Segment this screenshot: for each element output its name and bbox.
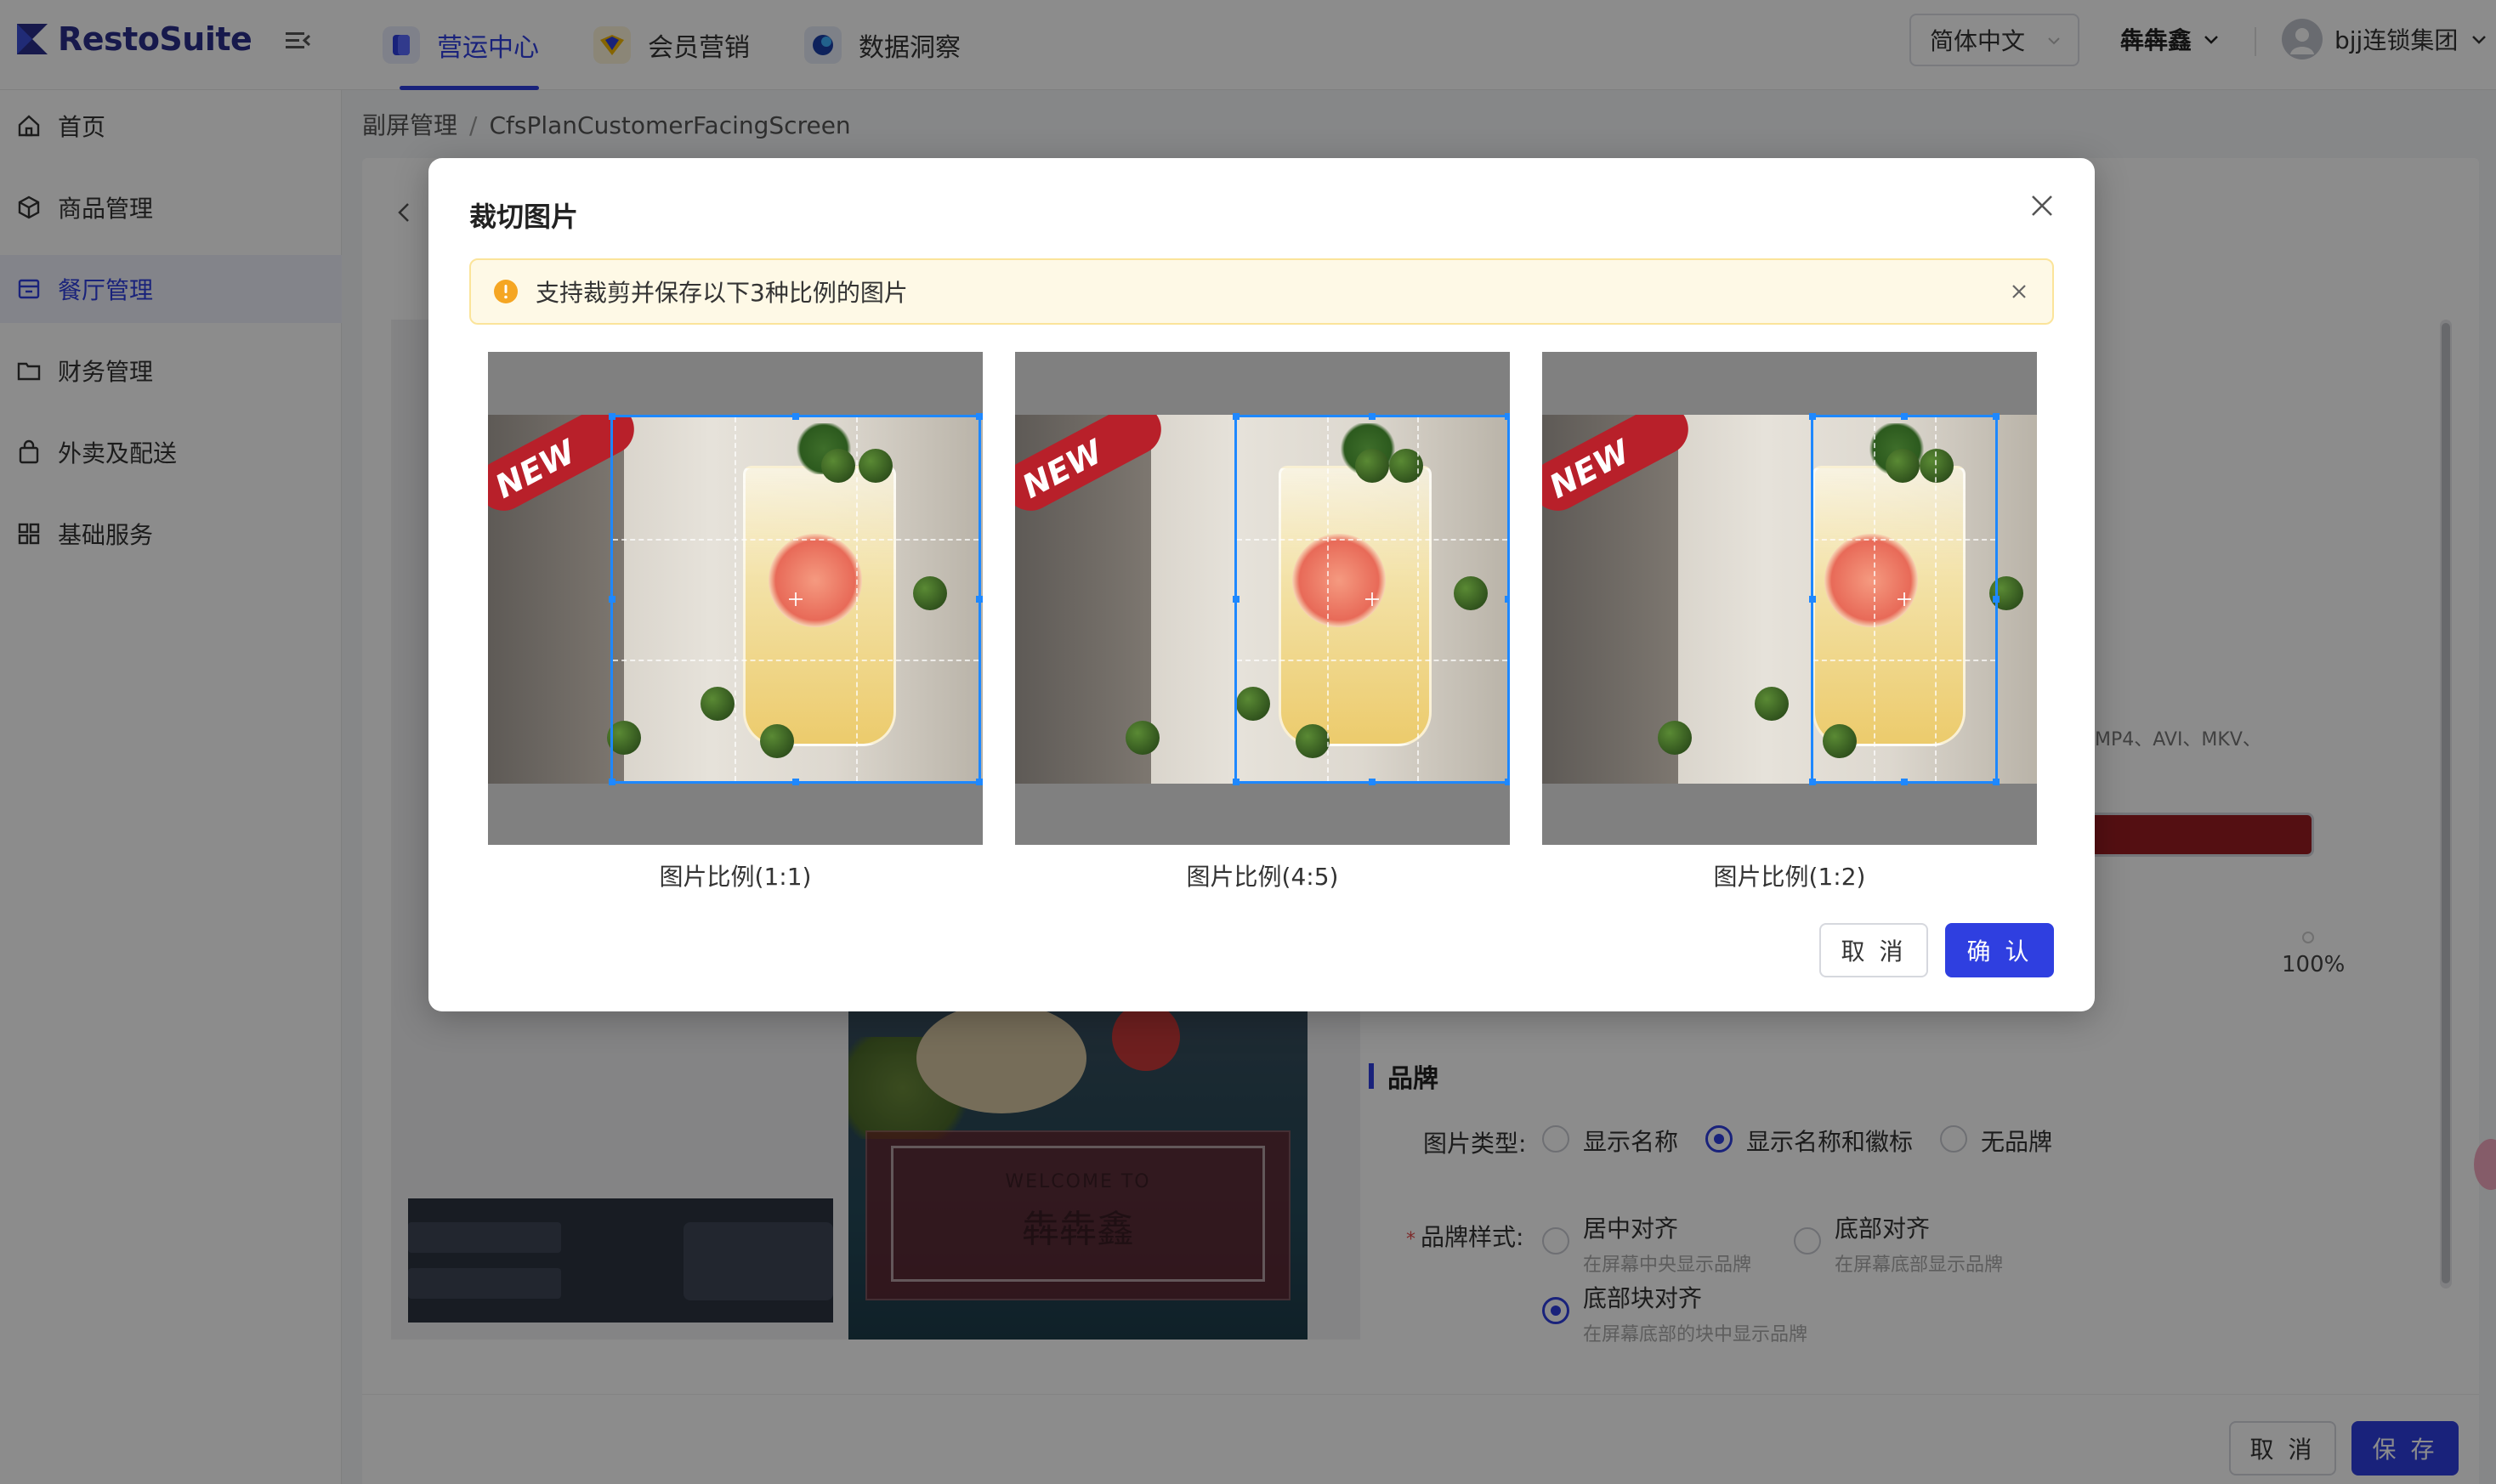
crop-center-icon — [1898, 592, 1911, 606]
crop-handle[interactable] — [1233, 413, 1239, 420]
photo-lime — [1126, 721, 1160, 755]
close-icon[interactable] — [2027, 190, 2057, 221]
crop-grid-line — [856, 417, 859, 781]
crop-handle[interactable] — [1993, 413, 2000, 420]
crop-handle[interactable] — [976, 779, 983, 785]
photo-lime — [1755, 687, 1789, 721]
crop-handle[interactable] — [1369, 413, 1376, 420]
crop-handle[interactable] — [609, 596, 615, 603]
crop-grid-line — [1813, 538, 1995, 541]
crop-grid-line — [613, 660, 979, 662]
crop-grid-line — [1813, 660, 1995, 662]
crop-handle[interactable] — [1901, 779, 1908, 785]
crop-frame[interactable] — [1809, 413, 2000, 785]
crop-handle[interactable] — [1809, 779, 1816, 785]
alert-close-icon[interactable] — [2010, 282, 2028, 301]
crop-center-icon — [789, 592, 803, 606]
crop-caption-1-2: 图片比例(1:2) — [1713, 863, 1866, 891]
crop-handle[interactable] — [1369, 779, 1376, 785]
crop-center-icon — [1365, 592, 1379, 606]
crop-handle[interactable] — [1505, 413, 1510, 420]
crop-handle[interactable] — [1505, 779, 1510, 785]
crop-panel-1-1[interactable]: NEW — [488, 352, 983, 845]
crop-caption-1-1: 图片比例(1:1) — [659, 863, 812, 891]
modal-cancel-button[interactable]: 取 消 — [1819, 923, 1928, 977]
crop-handle[interactable] — [976, 596, 983, 603]
crop-grid-line — [1237, 538, 1507, 541]
crop-handle[interactable] — [1993, 596, 2000, 603]
crop-handle[interactable] — [1993, 779, 2000, 785]
crop-handle[interactable] — [1233, 779, 1239, 785]
crop-handle[interactable] — [976, 413, 983, 420]
crop-handle[interactable] — [1901, 413, 1908, 420]
crop-handle[interactable] — [609, 413, 615, 420]
crop-image-modal: 裁切图片 支持裁剪并保存以下3种比例的图片 NEW 图片比例(1:1) NEW … — [428, 158, 2095, 1011]
modal-confirm-button[interactable]: 确 认 — [1945, 923, 2054, 977]
crop-grid-line — [1874, 417, 1876, 781]
crop-handle[interactable] — [609, 779, 615, 785]
crop-handle[interactable] — [1809, 413, 1816, 420]
crop-handle[interactable] — [1809, 596, 1816, 603]
crop-grid-line — [613, 538, 979, 541]
crop-grid-line — [1416, 417, 1419, 781]
crop-handle[interactable] — [792, 779, 799, 785]
warning-icon — [494, 280, 518, 303]
crop-frame[interactable] — [1233, 413, 1510, 785]
crop-panel-1-2[interactable]: NEW — [1542, 352, 2037, 845]
info-alert: 支持裁剪并保存以下3种比例的图片 — [469, 258, 2054, 325]
crop-panel-4-5[interactable]: NEW — [1015, 352, 1510, 845]
crop-handle[interactable] — [1505, 596, 1510, 603]
modal-title: 裁切图片 — [469, 201, 579, 233]
crop-grid-line — [1934, 417, 1937, 781]
crop-frame[interactable] — [609, 413, 983, 785]
crop-caption-4-5: 图片比例(4:5) — [1186, 863, 1339, 891]
photo-lime — [1658, 721, 1692, 755]
crop-handle[interactable] — [792, 413, 799, 420]
crop-grid-line — [735, 417, 737, 781]
crop-grid-line — [1237, 660, 1507, 662]
alert-text: 支持裁剪并保存以下3种比例的图片 — [536, 279, 908, 307]
crop-grid-line — [1326, 417, 1329, 781]
crop-handle[interactable] — [1233, 596, 1239, 603]
